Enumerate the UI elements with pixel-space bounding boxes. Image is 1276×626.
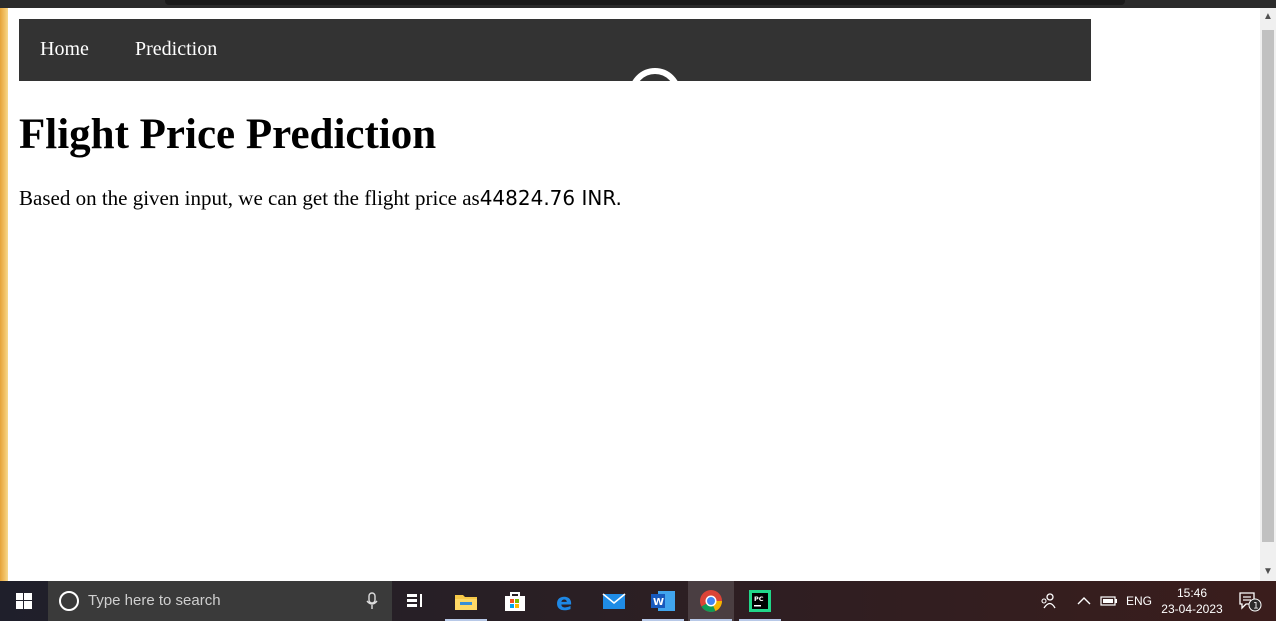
page-title: Flight Price Prediction — [19, 111, 437, 158]
cortana-icon — [59, 591, 79, 611]
pycharm-icon: PC — [749, 590, 771, 612]
browser-viewport: Home Prediction Flight Price Prediction … — [8, 8, 1260, 581]
navbar: Home Prediction — [19, 19, 1091, 81]
nav-link-prediction[interactable]: Prediction — [135, 19, 217, 81]
edge-icon: e — [556, 590, 572, 612]
desktop-wallpaper-edge — [0, 8, 8, 581]
search-placeholder: Type here to search — [88, 592, 221, 609]
task-view-button[interactable] — [393, 581, 439, 621]
mail-button[interactable] — [591, 581, 637, 621]
browser-top-strip — [0, 0, 1276, 8]
battery-button[interactable] — [1100, 581, 1118, 621]
clock-date: 23-04-2023 — [1161, 602, 1223, 616]
vertical-scrollbar[interactable]: ▲ ▼ — [1260, 8, 1276, 581]
notification-count: 1 — [1253, 602, 1259, 612]
notification-icon: 1 — [1239, 592, 1262, 612]
battery-icon — [1100, 596, 1117, 606]
language-indicator[interactable]: ENG — [1126, 581, 1152, 621]
predicted-price: 44824.76 INR. — [479, 186, 622, 210]
chrome-icon — [700, 590, 722, 612]
chrome-button[interactable] — [688, 581, 734, 621]
taskbar-search-box[interactable]: Type here to search — [48, 581, 392, 621]
start-button[interactable] — [0, 581, 48, 621]
task-view-icon — [407, 594, 422, 607]
taskbar-clock[interactable]: 15:46 23-04-2023 — [1152, 585, 1232, 617]
file-explorer-button[interactable] — [443, 581, 489, 621]
chevron-up-icon — [1077, 597, 1091, 605]
microphone-icon[interactable] — [366, 592, 378, 610]
scroll-down-arrow-icon[interactable]: ▼ — [1260, 563, 1276, 581]
mail-envelope-icon — [602, 593, 626, 609]
clock-time: 15:46 — [1176, 586, 1208, 600]
people-button[interactable] — [1040, 581, 1056, 621]
scroll-thumb[interactable] — [1262, 30, 1274, 542]
nav-link-home[interactable]: Home — [40, 19, 89, 81]
browser-top-bar — [165, 0, 1125, 5]
svg-text:W: W — [653, 597, 664, 608]
people-icon — [1041, 593, 1056, 609]
prediction-result: Based on the given input, we can get the… — [19, 186, 622, 211]
result-prefix: Based on the given input, we can get the… — [19, 186, 480, 210]
folder-icon — [455, 595, 477, 610]
word-icon: W — [651, 591, 675, 611]
svg-text:PC: PC — [754, 595, 764, 603]
action-center-button[interactable]: 1 — [1238, 581, 1264, 621]
language-label: ENG — [1126, 594, 1153, 608]
scroll-up-arrow-icon[interactable]: ▲ — [1260, 8, 1276, 26]
windows-logo-icon — [16, 593, 32, 609]
svg-text:e: e — [556, 590, 572, 612]
show-hidden-icons-button[interactable] — [1077, 581, 1091, 621]
word-button[interactable]: W — [640, 581, 686, 621]
pycharm-button[interactable]: PC — [737, 581, 783, 621]
microsoft-store-button[interactable] — [492, 581, 538, 621]
windows-taskbar: Type here to search e W PC ENG 15:46 23-… — [0, 581, 1276, 621]
edge-button[interactable]: e — [542, 581, 588, 621]
decorative-ring — [629, 68, 681, 81]
store-bag-icon — [505, 592, 525, 611]
